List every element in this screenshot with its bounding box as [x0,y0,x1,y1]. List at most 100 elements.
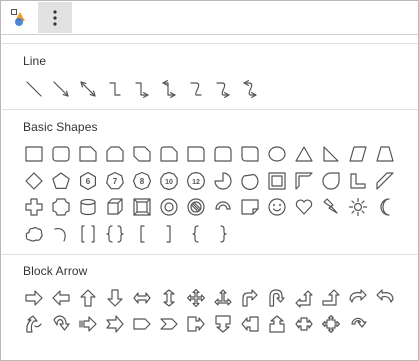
shape-plaque-icon[interactable] [48,194,74,220]
shape-curved-down-arrow-icon[interactable] [48,311,74,337]
shape-heptagon-icon[interactable]: 7 [102,168,128,194]
shape-down-arrow-callout-icon[interactable] [210,311,236,337]
shape-triangle-icon[interactable] [291,141,317,167]
shape-left-right-arrow-callout-icon[interactable] [291,311,317,337]
svg-text:8: 8 [140,177,145,186]
toolbar [1,1,418,35]
shape-snip-corner-rectangle-icon[interactable] [75,141,101,167]
shape-cross-icon[interactable] [21,194,47,220]
shape-decagon-icon[interactable]: 10 [156,168,182,194]
shape-l-shape-icon[interactable] [345,168,371,194]
shape-curved-right-arrow-icon[interactable] [345,285,371,311]
shape-striped-right-arrow-icon[interactable] [75,311,101,337]
section-title-block-arrow: Block Arrow [23,264,88,278]
shape-curved-left-arrow-icon[interactable] [372,285,398,311]
shape-bent-up-arrow-icon[interactable] [318,285,344,311]
shape-snip-round-rectangle-icon[interactable] [156,141,182,167]
shape-folded-corner-icon[interactable] [237,194,263,220]
shape-chord-icon[interactable] [237,168,263,194]
shape-line-icon[interactable] [21,76,47,102]
shape-left-arrow-icon[interactable] [48,285,74,311]
shape-down-arrow-icon[interactable] [102,285,128,311]
shape-half-frame-icon[interactable] [291,168,317,194]
shape-right-brace-icon[interactable] [210,221,236,247]
shapes-panel: Line Basic Shapes 6 7 8 10 12 Block Arrow [0,0,419,361]
shape-arc-icon[interactable] [48,221,74,247]
shape-diamond-icon[interactable] [21,168,47,194]
shape-bevel-icon[interactable] [129,194,155,220]
shape-u-turn-arrow-icon[interactable] [264,285,290,311]
shape-rounded-rectangle-icon[interactable] [48,141,74,167]
shape-arrow-line-icon[interactable] [48,76,74,102]
shape-can-icon[interactable] [75,194,101,220]
shape-chevron-icon[interactable] [156,311,182,337]
shape-frame-icon[interactable] [264,168,290,194]
divider [2,43,418,44]
shape-right-arrow-callout-icon[interactable] [183,311,209,337]
shape-trapezoid-icon[interactable] [372,141,398,167]
shape-quad-arrow-icon[interactable] [183,285,209,311]
shape-parallelogram-icon[interactable] [345,141,371,167]
shape-left-arrow-callout-icon[interactable] [237,311,263,337]
shape-right-bracket-icon[interactable] [156,221,182,247]
svg-text:10: 10 [165,179,173,186]
shape-notched-right-arrow-icon[interactable] [102,311,128,337]
shape-hexagon-icon[interactable]: 6 [75,168,101,194]
shape-cloud-icon[interactable] [21,221,47,247]
shape-pentagon-arrow-icon[interactable] [129,311,155,337]
shape-curved-connector-icon[interactable] [183,76,209,102]
shape-octagon-icon[interactable]: 8 [129,168,155,194]
more-vertical-icon[interactable] [38,2,72,33]
shape-double-arrow-line-icon[interactable] [75,76,101,102]
shape-curved-arrow-icon[interactable] [210,76,236,102]
shape-elbow-connector-icon[interactable] [102,76,128,102]
section-title-line: Line [23,54,47,68]
shape-teardrop-icon[interactable] [318,168,344,194]
shape-left-brace-icon[interactable] [183,221,209,247]
shape-moon-icon[interactable] [372,194,398,220]
shape-up-down-arrow-icon[interactable] [156,285,182,311]
shape-oval-icon[interactable] [264,141,290,167]
svg-text:12: 12 [192,179,200,186]
shape-double-bracket-icon[interactable] [75,221,101,247]
divider [2,254,418,255]
shape-up-arrow-icon[interactable] [75,285,101,311]
shape-diagonal-stripe-icon[interactable] [372,168,398,194]
shape-left-up-arrow-icon[interactable] [291,285,317,311]
shapes-icon[interactable] [2,2,36,33]
shape-elbow-arrow-icon[interactable] [129,76,155,102]
shape-block-arc-icon[interactable] [210,194,236,220]
shape-no-symbol-icon[interactable] [183,194,209,220]
shape-left-bracket-icon[interactable] [129,221,155,247]
shape-bent-arrow-icon[interactable] [237,285,263,311]
divider [2,109,418,110]
shape-curved-up-arrow-icon[interactable] [21,311,47,337]
shape-pentagon-icon[interactable] [48,168,74,194]
shape-pie-icon[interactable] [210,168,236,194]
shape-elbow-double-arrow-icon[interactable] [156,76,182,102]
shape-sun-icon[interactable] [345,194,371,220]
shape-right-triangle-icon[interactable] [318,141,344,167]
shape-dodecagon-icon[interactable]: 12 [183,168,209,194]
svg-text:7: 7 [113,177,118,186]
shape-circular-arrow-icon[interactable] [345,311,371,337]
shape-rectangle-icon[interactable] [21,141,47,167]
shape-right-arrow-icon[interactable] [21,285,47,311]
shape-round-diagonal-rectangle-icon[interactable] [237,141,263,167]
shape-heart-icon[interactable] [291,194,317,220]
shape-lightning-bolt-icon[interactable] [318,194,344,220]
shape-curved-double-arrow-icon[interactable] [237,76,263,102]
shape-left-right-arrow-icon[interactable] [129,285,155,311]
shape-left-right-up-arrow-icon[interactable] [210,285,236,311]
shape-snip-diagonal-rectangle-icon[interactable] [129,141,155,167]
shape-cube-icon[interactable] [102,194,128,220]
shape-round-same-side-rectangle-icon[interactable] [210,141,236,167]
shape-donut-icon[interactable] [156,194,182,220]
section-title-basic-shapes: Basic Shapes [23,120,98,134]
shape-up-arrow-callout-icon[interactable] [264,311,290,337]
shape-snip-same-side-rectangle-icon[interactable] [102,141,128,167]
shape-double-brace-icon[interactable] [102,221,128,247]
shape-smiley-face-icon[interactable] [264,194,290,220]
shape-round-corner-rectangle-icon[interactable] [183,141,209,167]
shape-quad-arrow-callout-icon[interactable] [318,311,344,337]
